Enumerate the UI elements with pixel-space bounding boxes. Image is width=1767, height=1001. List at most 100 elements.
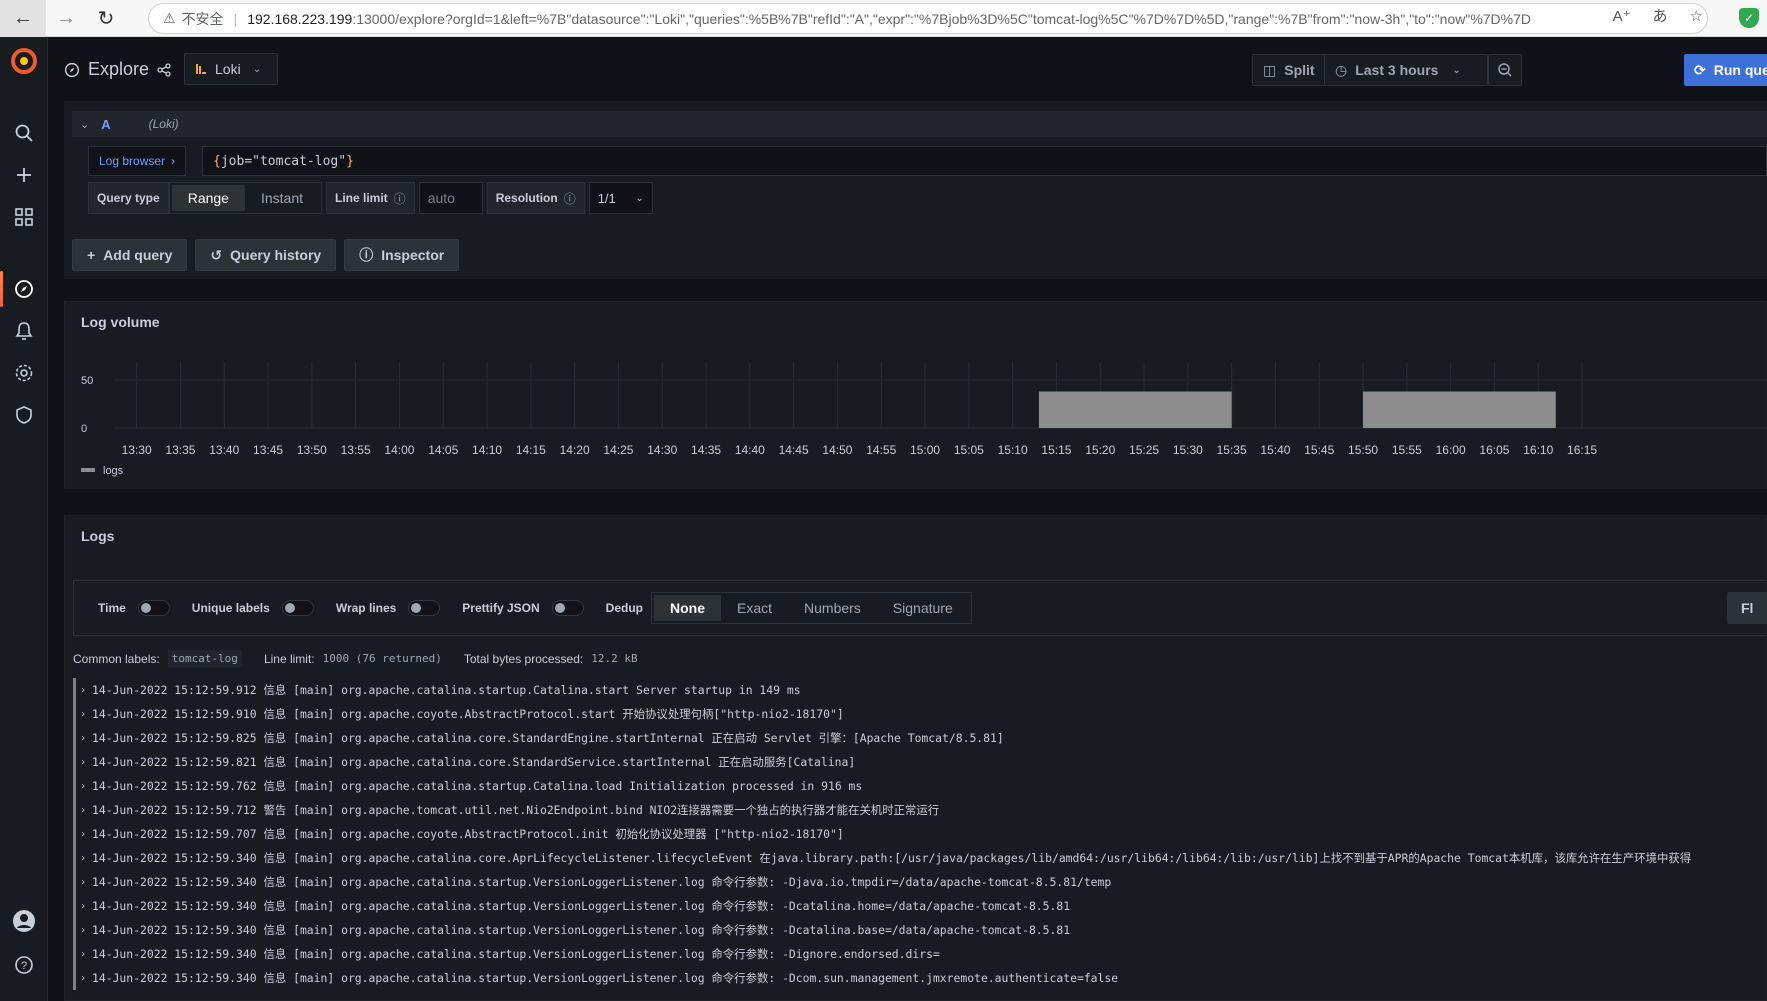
log-row[interactable]: › 14-Jun-2022 15:12:59.821 信息 [main] org.… — [73, 750, 1767, 774]
back-icon[interactable]: ← — [0, 0, 46, 37]
plus-icon[interactable] — [12, 163, 36, 187]
query-editor-panel: ⌄ A (Loki) Log browser › {job = "tomcat-lo… — [64, 101, 1767, 279]
x-tick-label: 14:20 — [560, 443, 590, 457]
favorite-icon[interactable]: ☆ — [1690, 7, 1703, 25]
x-tick-label: 13:55 — [341, 443, 371, 457]
log-row[interactable]: › 14-Jun-2022 15:12:59.340 信息 [main] org.… — [73, 894, 1767, 918]
split-button[interactable]: ◫ Split — [1252, 54, 1326, 86]
log-row[interactable]: › 14-Jun-2022 15:12:59.762 信息 [main] org.… — [73, 774, 1767, 798]
query-history-label: Query history — [230, 247, 322, 263]
log-row[interactable]: › 14-Jun-2022 15:12:59.825 信息 [main] org.… — [73, 726, 1767, 750]
flip-results-button[interactable]: Fl — [1727, 592, 1767, 624]
dedup-signature[interactable]: Signature — [877, 595, 969, 621]
expand-chevron-icon[interactable]: › — [80, 829, 92, 840]
query-expression-input[interactable]: {job = "tomcat-log"} — [202, 146, 1767, 176]
server-admin-shield-icon[interactable] — [12, 403, 36, 427]
translate-icon[interactable]: あ — [1653, 5, 1668, 26]
log-level-indicator — [73, 942, 76, 966]
log-level-indicator — [73, 846, 76, 870]
query-row-header[interactable]: ⌄ A (Loki) — [72, 111, 1767, 137]
explore-compass-icon[interactable] — [12, 277, 36, 301]
label-value: "tomcat-log" — [252, 153, 347, 169]
expand-chevron-icon[interactable]: › — [80, 805, 92, 816]
query-type-range[interactable]: Range — [171, 185, 245, 211]
x-tick-label: 16:00 — [1436, 443, 1466, 457]
add-query-button[interactable]: + Add query — [72, 239, 188, 271]
datasource-picker[interactable]: Loki ⌄ — [184, 53, 278, 85]
x-tick-label: 15:10 — [998, 443, 1028, 457]
x-tick-label: 14:35 — [691, 443, 721, 457]
expand-chevron-icon[interactable]: › — [80, 949, 92, 960]
run-query-button[interactable]: ⟳ Run query — [1684, 54, 1767, 86]
wrap-lines-label: Wrap lines — [335, 601, 397, 615]
unique-labels-label: Unique labels — [191, 601, 270, 615]
x-tick-label: 13:30 — [122, 443, 152, 457]
dedup-exact[interactable]: Exact — [721, 595, 788, 621]
expand-chevron-icon[interactable]: › — [80, 877, 92, 888]
configuration-gear-icon[interactable] — [12, 361, 36, 385]
inspector-button[interactable]: ⓘ Inspector — [344, 239, 460, 271]
info-icon[interactable]: ⓘ — [564, 190, 576, 207]
log-row[interactable]: › 14-Jun-2022 15:12:59.340 信息 [main] org.… — [73, 846, 1767, 870]
time-switch[interactable] — [137, 600, 170, 616]
x-tick-label: 15:15 — [1041, 443, 1071, 457]
x-tick-label: 15:55 — [1392, 443, 1422, 457]
time-range-picker[interactable]: ◷ Last 3 hours ⌄ — [1324, 54, 1488, 86]
log-level-indicator — [73, 966, 76, 990]
log-volume-title: Log volume — [81, 314, 160, 330]
log-row[interactable]: › 14-Jun-2022 15:12:59.910 信息 [main] org.… — [73, 702, 1767, 726]
common-labels-key: Common labels: — [73, 651, 160, 666]
log-row[interactable]: › 14-Jun-2022 15:12:59.340 信息 [main] org.… — [73, 870, 1767, 894]
url-host: 192.168.223.199 — [247, 10, 353, 27]
dedup-numbers[interactable]: Numbers — [788, 595, 877, 621]
log-row[interactable]: › 14-Jun-2022 15:12:59.340 信息 [main] org.… — [73, 918, 1767, 942]
log-row[interactable]: › 14-Jun-2022 15:12:59.340 信息 [main] org.… — [73, 966, 1767, 990]
unique-labels-switch[interactable] — [281, 600, 314, 616]
alerting-bell-icon[interactable] — [12, 319, 36, 343]
x-tick-label: 16:05 — [1479, 443, 1509, 457]
expand-chevron-icon[interactable]: › — [80, 853, 92, 864]
log-row[interactable]: › 14-Jun-2022 15:12:59.707 信息 [main] org.… — [73, 822, 1767, 846]
query-history-button[interactable]: ↺ Query history — [195, 239, 337, 271]
read-aloud-icon[interactable]: A⁺ — [1613, 7, 1631, 25]
expand-chevron-icon[interactable]: › — [80, 781, 92, 792]
insecure-label: 不安全 — [181, 10, 224, 27]
collapse-chevron-icon[interactable]: ⌄ — [80, 118, 89, 131]
svg-text:?: ? — [21, 960, 27, 972]
prettify-json-switch[interactable] — [551, 600, 584, 616]
log-row[interactable]: › 14-Jun-2022 15:12:59.912 信息 [main] org.… — [73, 678, 1767, 702]
active-indicator — [0, 271, 3, 307]
expand-chevron-icon[interactable]: › — [80, 733, 92, 744]
log-row[interactable]: › 14-Jun-2022 15:12:59.712 警告 [main] org.… — [73, 798, 1767, 822]
query-type-instant[interactable]: Instant — [245, 185, 319, 211]
user-avatar-icon[interactable] — [12, 909, 36, 933]
dedup-label: Dedup — [605, 601, 643, 615]
expand-chevron-icon[interactable]: › — [80, 685, 92, 696]
resolution-select[interactable]: 1/1 ⌄ — [588, 182, 653, 214]
expand-chevron-icon[interactable]: › — [80, 901, 92, 912]
forward-icon[interactable]: → — [46, 0, 86, 37]
address-bar-icons: A⁺ あ ☆ — [1613, 0, 1703, 31]
zoom-out-button[interactable] — [1488, 54, 1522, 86]
search-icon[interactable] — [12, 121, 36, 145]
wrap-lines-switch[interactable] — [408, 600, 441, 616]
line-limit-input[interactable]: auto — [418, 182, 483, 214]
extension-shield-icon[interactable]: ✓ — [1739, 8, 1759, 28]
resolution-value: 1/1 — [597, 190, 616, 206]
help-icon[interactable]: ? — [12, 953, 36, 977]
expand-chevron-icon[interactable]: › — [80, 973, 92, 984]
address-bar[interactable]: ⚠ 不安全 | 192.168.223.199:13000/explore?or… — [148, 3, 1708, 34]
log-browser-button[interactable]: Log browser › — [88, 146, 187, 176]
compass-icon — [64, 62, 80, 77]
dedup-none[interactable]: None — [654, 595, 721, 621]
dashboards-icon[interactable] — [12, 205, 36, 229]
query-ref-id[interactable]: A — [101, 117, 110, 132]
expand-chevron-icon[interactable]: › — [80, 925, 92, 936]
reload-icon[interactable]: ↻ — [86, 0, 126, 37]
grafana-logo-icon[interactable] — [10, 47, 38, 75]
expand-chevron-icon[interactable]: › — [80, 709, 92, 720]
share-icon[interactable] — [157, 62, 171, 77]
info-icon[interactable]: ⓘ — [394, 190, 406, 207]
expand-chevron-icon[interactable]: › — [80, 757, 92, 768]
log-row[interactable]: › 14-Jun-2022 15:12:59.340 信息 [main] org.… — [73, 942, 1767, 966]
